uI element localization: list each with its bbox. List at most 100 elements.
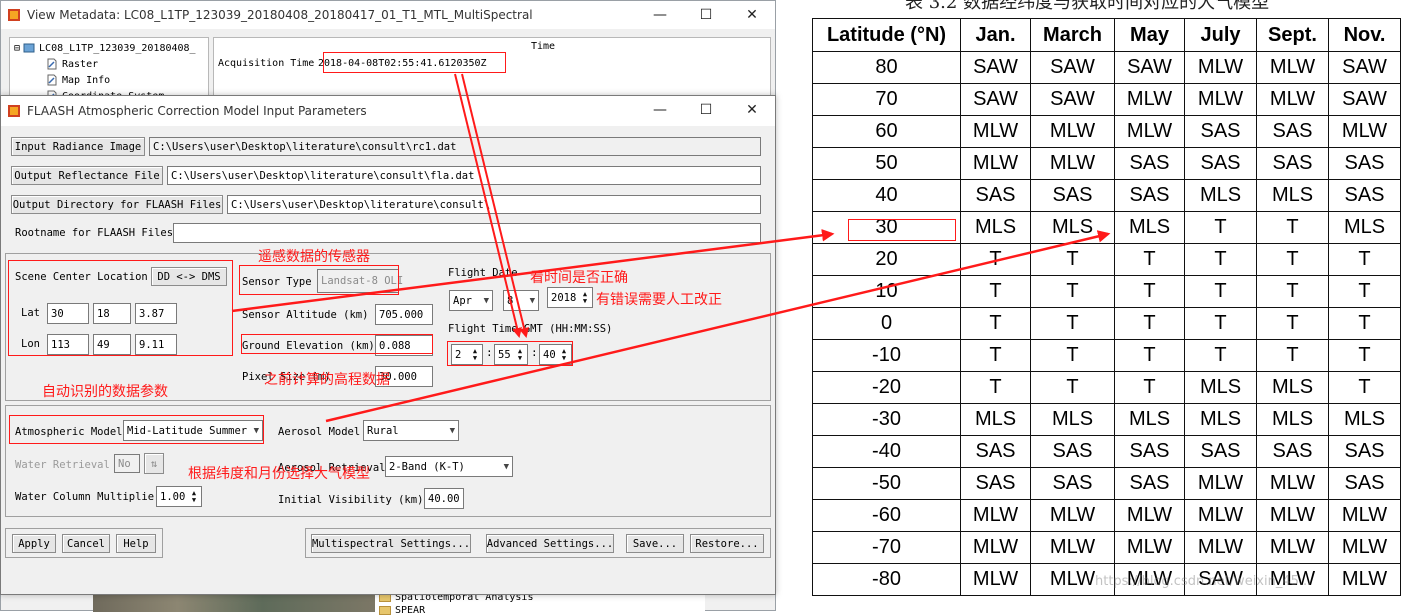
tree-item-root[interactable]: ⊟ LC08_L1TP_123039_20180408_ [14,42,196,54]
column-header-time[interactable]: Time [318,41,768,52]
model-cell: T [1030,243,1115,276]
latitude-cell: 80 [812,51,961,84]
aerosol-model-select[interactable]: Rural ▼ [363,420,459,441]
aerosol-retrieval-value: 2-Band (K-T) [389,460,465,473]
model-cell: T [1030,275,1115,308]
annotation-sensor: 遥感数据的传感器 [258,249,370,265]
save-button[interactable]: Save... [626,534,684,553]
model-cell: T [1256,243,1329,276]
maximize-button[interactable]: ☐ [683,96,729,124]
metadata-title-bar[interactable]: View Metadata: LC08_L1TP_123039_20180408… [1,1,775,29]
model-cell: SAW [1030,83,1115,116]
latitude-cell: -30 [812,403,961,436]
table-row: -30 MLS MLS MLS MLS MLS MLS [812,403,1401,436]
model-cell: T [1030,339,1115,372]
acquisition-time-highlight [323,52,506,73]
latitude-cell: 50 [812,147,961,180]
spin-arrows-icon[interactable]: ▲ ▼ [188,488,200,505]
model-cell: T [1256,307,1329,340]
flight-date-label: Flight Date [448,267,518,279]
help-button[interactable]: Help [116,534,156,553]
spin-arrows-icon[interactable]: ▲ ▼ [579,289,591,306]
table-row: -40 SAS SAS SAS SAS SAS SAS [812,435,1401,468]
table-header-row: Latitude (°N) Jan. March May July Sept. … [812,18,1401,52]
header-nov: Nov. [1328,18,1401,52]
close-button[interactable]: ✕ [729,96,775,124]
output-directory-button[interactable]: Output Directory for FLAASH Files [11,195,223,214]
latitude-cell: -10 [812,339,961,372]
input-radiance-button[interactable]: Input Radiance Image [11,137,145,156]
latitude-cell: -60 [812,499,961,532]
table-row: -50 SAS SAS SAS MLW MLW SAS [812,467,1401,500]
multispectral-settings-button[interactable]: Multispectral Settings... [311,534,471,553]
model-cell: T [1184,243,1257,276]
latitude-cell: -70 [812,531,961,564]
table-row: 70 SAW SAW MLW MLW MLW SAW [812,83,1401,116]
model-cell: T [1256,339,1329,372]
metadata-window-title: View Metadata: LC08_L1TP_123039_20180408… [27,8,533,22]
flaash-window-title: FLAASH Atmospheric Correction Model Inpu… [27,104,367,118]
model-cell: SAS [1114,147,1185,180]
cancel-button[interactable]: Cancel [62,534,110,553]
model-cell: SAW [1114,51,1185,84]
annotation-elevation: 之前计算的高程数据 [264,372,390,388]
model-cell: SAS [1256,147,1329,180]
model-cell: T [1256,211,1329,244]
annotation-time-fix: 有错误需要人工改正 [596,292,722,308]
table-row: -20 T T T MLS MLS T [812,371,1401,404]
minimize-button[interactable]: — [637,96,683,124]
model-cell: SAS [1256,115,1329,148]
flight-year-spinner[interactable]: 2018 ▲ ▼ [547,287,593,308]
sensor-altitude-label: Sensor Altitude (km) [242,309,369,321]
aerosol-retrieval-select[interactable]: 2-Band (K-T) ▼ [385,456,513,477]
initial-visibility-field[interactable]: 40.00 [424,488,464,509]
model-cell: T [1030,371,1115,404]
model-cell: SAS [960,467,1031,500]
model-cell: T [1114,371,1185,404]
model-cell: T [1256,275,1329,308]
tree-item-raster[interactable]: Raster [46,58,98,70]
model-cell: MLS [1184,403,1257,436]
model-cell: T [960,243,1031,276]
toggle-arrows-icon[interactable]: ⇅ [144,453,164,474]
minimize-button[interactable]: — [637,1,683,29]
model-cell: T [960,275,1031,308]
model-cell: MLW [960,147,1031,180]
model-cell: SAW [960,51,1031,84]
output-reflectance-field[interactable]: C:\Users\user\Desktop\literature\consult… [167,166,761,185]
chevron-down-icon: ▼ [449,425,455,436]
model-cell: SAS [1328,147,1401,180]
header-sept: Sept. [1256,18,1329,52]
table-row: -60 MLW MLW MLW MLW MLW MLW [812,499,1401,532]
output-reflectance-button[interactable]: Output Reflectance File [11,166,163,185]
flaash-title-bar[interactable]: FLAASH Atmospheric Correction Model Inpu… [1,96,775,126]
sensor-altitude-field[interactable]: 705.000 [375,304,433,325]
model-cell: SAS [1256,435,1329,468]
chevron-down-icon: ▼ [529,295,535,306]
tree-item-map-info[interactable]: Map Info [46,74,110,86]
output-directory-field[interactable]: C:\Users\user\Desktop\literature\consult… [227,195,761,214]
close-button[interactable]: ✕ [729,1,775,29]
table-row: 50 MLW MLW SAS SAS SAS SAS [812,147,1401,180]
water-column-spinner[interactable]: 1.00 ▲ ▼ [156,486,202,507]
table-row: 80 SAW SAW SAW MLW MLW SAW [812,51,1401,84]
model-cell: MLS [1184,179,1257,212]
maximize-button[interactable]: ☐ [683,1,729,29]
advanced-settings-button[interactable]: Advanced Settings... [486,534,614,553]
model-cell: T [1328,339,1401,372]
model-cell: T [1328,371,1401,404]
table-row: 20 T T T T T T [812,243,1401,276]
model-cell: SAS [1030,435,1115,468]
model-cell: T [1328,275,1401,308]
model-cell: SAS [1184,435,1257,468]
model-cell: SAS [1030,467,1115,500]
rootname-field[interactable] [173,223,761,243]
model-cell: T [960,307,1031,340]
tree-expander-icon[interactable]: ⊟ [14,43,20,54]
model-cell: MLW [1030,531,1115,564]
envi-app-icon [8,9,20,21]
flight-day-select[interactable]: 8 ▼ [503,290,539,311]
apply-button[interactable]: Apply [12,534,56,553]
restore-button[interactable]: Restore... [690,534,764,553]
flight-month-select[interactable]: Apr ▼ [449,290,493,311]
